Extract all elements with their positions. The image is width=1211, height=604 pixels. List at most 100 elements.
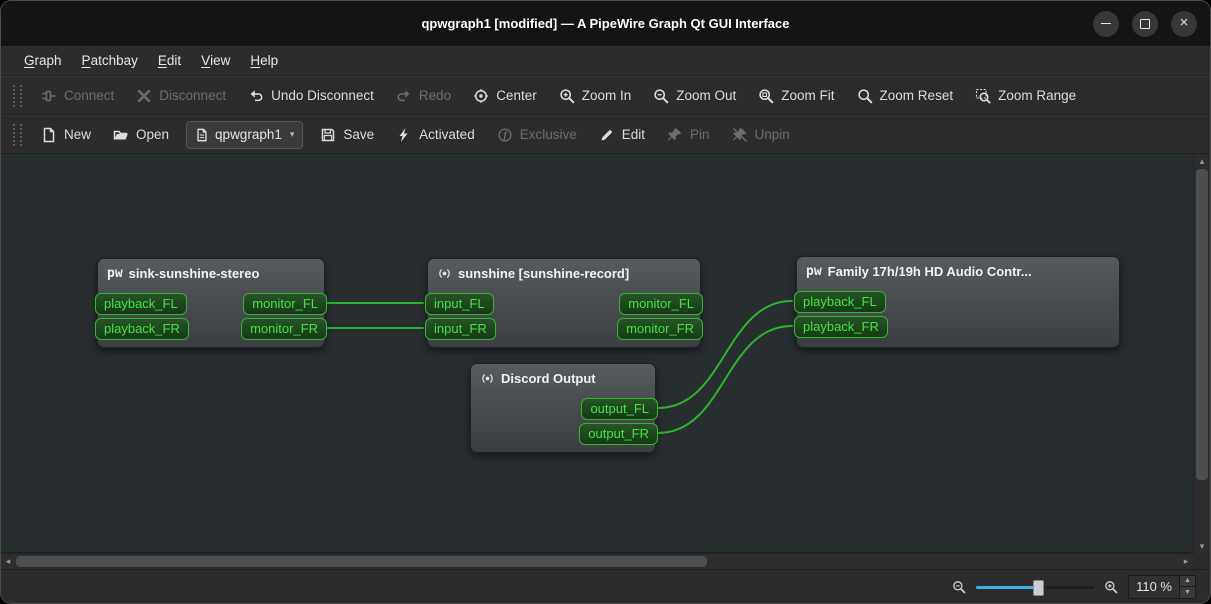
zoom-slider-fill	[976, 585, 1038, 589]
port-output_FR[interactable]: output_FR	[579, 423, 658, 445]
toolbar-button-label: Zoom Fit	[781, 88, 835, 103]
port-input_FL[interactable]: input_FL	[425, 293, 494, 315]
zoom-in-button[interactable]: Zoom In	[548, 82, 643, 110]
close-button[interactable]: ×	[1171, 10, 1197, 37]
zoom-in-icon	[559, 88, 575, 104]
patchbay-profile-combobox[interactable]: qpwgraph1 ▾	[186, 120, 304, 149]
exclusive-button[interactable]: f Exclusive	[486, 121, 588, 149]
spinbox-arrows: ▲ ▼	[1179, 575, 1195, 598]
speaker-icon	[480, 371, 495, 386]
zoom-slider[interactable]	[976, 579, 1095, 596]
toolbar-button-label: Save	[343, 127, 375, 142]
center-button[interactable]: Center	[462, 82, 548, 110]
horizontal-scrollbar-thumb[interactable]	[16, 556, 708, 567]
toolbar-drag-handle[interactable]	[13, 84, 22, 107]
activated-button[interactable]: Activated	[385, 121, 486, 149]
patchbay-profile-name: qpwgraph1	[215, 127, 282, 142]
toolbar-button-label: Zoom Range	[998, 88, 1077, 103]
spin-down-arrow[interactable]: ▼	[1180, 587, 1195, 598]
scroll-down-arrow[interactable]: ▾	[1194, 539, 1210, 553]
node-discord-output[interactable]: Discord Output output_FL output_FR	[470, 363, 658, 453]
connect-button[interactable]: Connect	[30, 82, 125, 110]
redo-icon	[396, 88, 412, 104]
toolbar-drag-handle[interactable]	[13, 123, 22, 146]
main-toolbar: Connect Disconnect Undo Disconnect Redo Cent…	[1, 76, 1210, 115]
toolbar-button-label: Redo	[418, 88, 452, 103]
toolbar-button-label: Disconnect	[159, 88, 227, 103]
port-monitor_FL[interactable]: monitor_FL	[619, 293, 703, 315]
vertical-scrollbar[interactable]: ▴ ▾	[1193, 154, 1210, 553]
vertical-scrollbar-thumb[interactable]	[1196, 169, 1208, 481]
graph-canvas[interactable]: pw sink-sunshine-stereo playback_FL playbac…	[1, 154, 1193, 553]
zoom-fit-button[interactable]: Zoom Fit	[747, 82, 845, 110]
scroll-right-arrow[interactable]: ▸	[1179, 554, 1193, 569]
zoom-in-icon[interactable]	[1104, 580, 1118, 594]
unpin-icon	[732, 127, 748, 143]
spin-up-arrow[interactable]: ▲	[1180, 575, 1195, 587]
scroll-up-arrow[interactable]: ▴	[1194, 154, 1210, 168]
redo-button[interactable]: Redo	[385, 82, 462, 110]
patchbay-file-icon	[195, 128, 209, 142]
edit-button[interactable]: Edit	[588, 121, 656, 149]
center-icon	[473, 88, 489, 104]
pin-icon	[667, 127, 683, 143]
toolbar-button-label: Zoom In	[581, 88, 632, 103]
horizontal-scrollbar[interactable]: ◂ ▸	[1, 553, 1193, 569]
toolbar-button-label: Undo Disconnect	[271, 88, 374, 103]
open-button[interactable]: Open	[102, 121, 180, 149]
save-button[interactable]: Save	[309, 121, 385, 149]
menu-help[interactable]: Help	[240, 46, 288, 75]
node-family-hd-audio[interactable]: pw Family 17h/19h HD Audio Contr... playba…	[794, 256, 1120, 348]
title-bar: qpwgraph1 [modified] — A PipeWire Graph …	[1, 1, 1210, 46]
status-bar: 110 % ▲ ▼	[1, 569, 1210, 603]
zoom-value: 110 %	[1136, 579, 1172, 594]
menu-edit[interactable]: Edit	[148, 46, 191, 75]
toolbar-button-label: Connect	[64, 88, 115, 103]
node-sunshine[interactable]: sunshine [sunshine-record] input_FL input_…	[425, 258, 703, 348]
close-icon: ×	[1179, 14, 1189, 31]
toolbar-button-label: Center	[496, 88, 537, 103]
port-output_FL[interactable]: output_FL	[581, 398, 658, 420]
exclusive-icon: f	[497, 127, 513, 143]
port-playback_FR[interactable]: playback_FR	[95, 318, 189, 340]
port-monitor_FL[interactable]: monitor_FL	[243, 293, 327, 315]
zoom-out-icon[interactable]	[952, 580, 966, 594]
port-playback_FR[interactable]: playback_FR	[794, 316, 888, 338]
zoom-slider-handle[interactable]	[1033, 579, 1045, 596]
port-playback_FL[interactable]: playback_FL	[794, 291, 886, 313]
menu-patchbay[interactable]: Patchbay	[72, 46, 148, 75]
maximize-icon	[1140, 18, 1150, 29]
menu-view[interactable]: View	[191, 46, 240, 75]
node-title: sink-sunshine-stereo	[128, 266, 260, 281]
patchbay-toolbar-items: New Open qpwgraph1 ▾ Save Activated f Exclusive…	[30, 116, 801, 153]
port-playback_FL[interactable]: playback_FL	[95, 293, 187, 315]
port-monitor_FR[interactable]: monitor_FR	[241, 318, 327, 340]
edit-icon	[599, 127, 615, 143]
zoom-range-button[interactable]: Zoom Range	[964, 82, 1087, 110]
unpin-button[interactable]: Unpin	[721, 121, 801, 149]
scroll-left-arrow[interactable]: ◂	[1, 554, 15, 569]
node-sink-sunshine-stereo[interactable]: pw sink-sunshine-stereo playback_FL playbac…	[95, 258, 327, 348]
zoom-spinbox[interactable]: 110 % ▲ ▼	[1128, 574, 1196, 599]
new-button[interactable]: New	[30, 121, 102, 149]
minimize-button[interactable]	[1093, 10, 1119, 37]
port-input_FR[interactable]: input_FR	[425, 318, 496, 340]
zoom-reset-button[interactable]: Zoom Reset	[846, 82, 965, 110]
zoom-range-icon	[975, 88, 991, 104]
undo-disconnect-button[interactable]: Undo Disconnect	[237, 82, 385, 110]
menu-graph[interactable]: Graph	[14, 46, 72, 75]
toolbar-button-label: Activated	[419, 127, 475, 142]
window-controls: ×	[1093, 1, 1197, 46]
node-title: Discord Output	[501, 371, 596, 386]
port-monitor_FR[interactable]: monitor_FR	[617, 318, 703, 340]
zoom-out-button[interactable]: Zoom Out	[642, 82, 747, 110]
speaker-icon	[437, 266, 452, 281]
patchbay-toolbar: New Open qpwgraph1 ▾ Save Activated f Exclusive…	[1, 115, 1210, 154]
maximize-button[interactable]	[1132, 10, 1158, 37]
chevron-down-icon: ▾	[289, 129, 295, 139]
pin-button[interactable]: Pin	[656, 121, 721, 149]
toolbar-button-label: Pin	[690, 127, 710, 142]
disconnect-button[interactable]: Disconnect	[125, 82, 237, 110]
toolbar-button-label: Unpin	[754, 127, 790, 142]
toolbar-button-label: Zoom Out	[676, 88, 737, 103]
